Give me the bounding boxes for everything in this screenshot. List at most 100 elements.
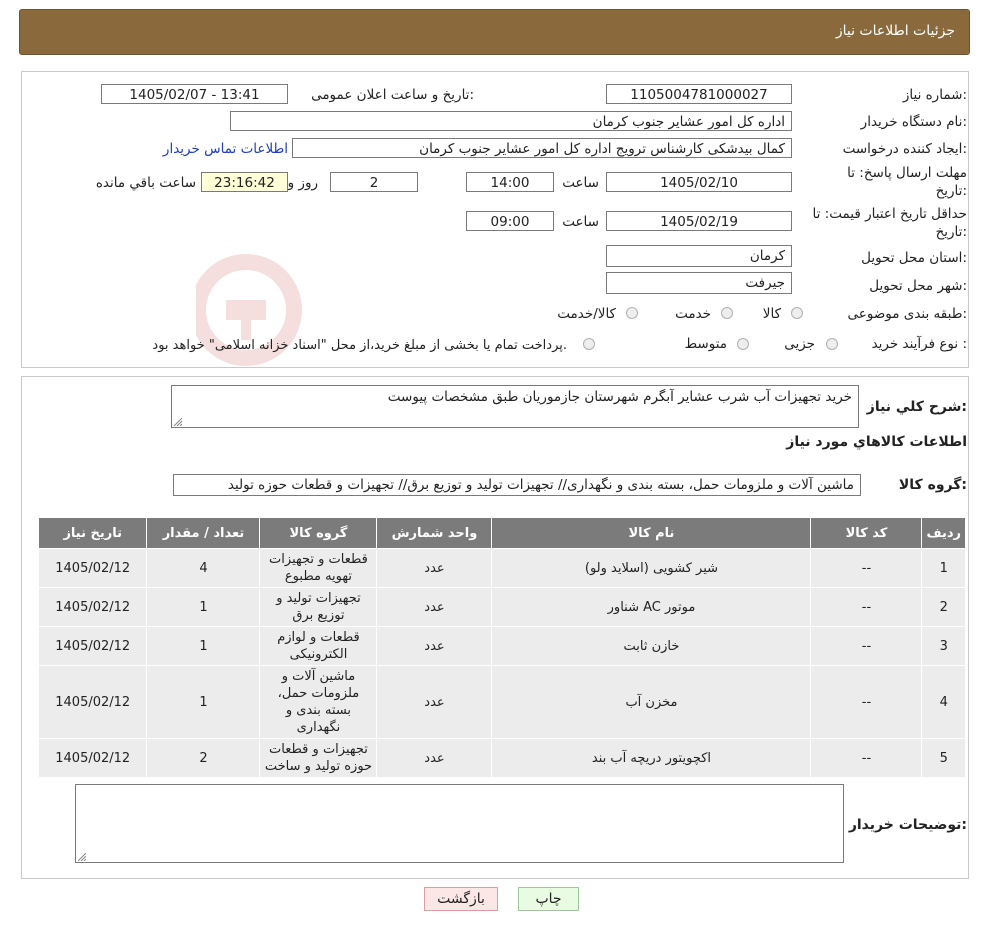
category-goods-label: کالا — [762, 306, 781, 322]
buyer-notes-field[interactable] — [75, 784, 844, 863]
deadline-days-field: 2 — [330, 172, 418, 192]
item-quantity: 1 — [146, 665, 261, 739]
item-name: مخزن آب — [491, 665, 812, 739]
item-group: تجهیزات و قطعات حوزه تولید و ساخت — [259, 738, 378, 778]
category-label: طبقه بندی موضوعی: — [847, 306, 967, 322]
validity-label: حداقل تاریخ اعتبار قیمت: تا — [812, 206, 967, 222]
announce-datetime-field: 1405/02/07 - 13:41 — [101, 84, 288, 104]
row-number: 4 — [921, 665, 966, 739]
item-name: خازن ثابت — [491, 626, 812, 666]
table-row: 3 -- خازن ثابت عدد قطعات و لوازم الکترونیکی 1… — [37, 626, 966, 666]
creator-label: ایجاد کننده درخواست: — [842, 141, 967, 157]
deadline-time-field: 14:00 — [466, 172, 554, 192]
row-number: 1 — [921, 548, 966, 588]
item-need-date: 1405/02/12 — [37, 665, 148, 739]
validity-time-label: ساعت — [562, 214, 599, 230]
deadline-time-label: ساعت — [562, 175, 599, 191]
category-goods-service-radio[interactable] — [626, 307, 638, 319]
buyer-contact-link[interactable]: اطلاعات تماس خریدار — [163, 141, 288, 157]
print-button[interactable]: چاپ — [518, 887, 579, 911]
table-body: 1 -- شیر کشویی (اسلاید ولو) عدد قطعات و تجهی… — [37, 548, 966, 778]
item-unit: عدد — [376, 738, 493, 778]
item-name: شیر کشویی (اسلاید ولو) — [491, 548, 812, 588]
announce-label: تاریخ و ساعت اعلان عمومی: — [311, 87, 474, 103]
row-number: 3 — [921, 626, 966, 666]
col-unit-header: واحد شمارش — [376, 517, 493, 549]
col-qty-header: تعداد / مقدار — [146, 517, 261, 549]
item-quantity: 1 — [146, 587, 261, 627]
summary-text: خرید تجهیزات آب شرب عشایر آبگرم شهرستان … — [387, 389, 852, 405]
resize-grip-icon[interactable] — [174, 418, 182, 426]
process-medium-label: متوسط — [684, 336, 727, 352]
item-unit: عدد — [376, 548, 493, 588]
item-code: -- — [810, 587, 923, 627]
validity-label-date: تاریخ: — [935, 224, 967, 240]
items-table: رديف کد کالا نام کالا واحد شمارش گروه کا… — [37, 517, 966, 778]
item-need-date: 1405/02/12 — [37, 548, 148, 588]
item-name: اکچویتور دریچه آب بند — [491, 738, 812, 778]
process-medium-radio[interactable] — [737, 338, 749, 350]
table-header-row: رديف کد کالا نام کالا واحد شمارش گروه کا… — [37, 517, 966, 549]
category-service-label: خدمت — [675, 306, 711, 322]
category-service-radio[interactable] — [721, 307, 733, 319]
province-label: استان محل تحویل: — [861, 250, 967, 266]
table-row: 1 -- شیر کشویی (اسلاید ولو) عدد قطعات و تجهی… — [37, 548, 966, 588]
province-field: کرمان — [606, 245, 792, 267]
process-minor-label: جزیی — [784, 336, 815, 352]
col-name-header: نام کالا — [491, 517, 812, 549]
validity-date-field: 1405/02/19 — [606, 211, 792, 231]
item-code: -- — [810, 626, 923, 666]
table-row: 5 -- اکچویتور دریچه آب بند عدد تجهیزات و قطع… — [37, 738, 966, 778]
item-group: قطعات و تجهیزات تهویه مطبوع — [259, 548, 378, 588]
item-quantity: 1 — [146, 626, 261, 666]
item-code: -- — [810, 738, 923, 778]
summary-label: شرح کلي نياز: — [866, 399, 967, 415]
item-group: قطعات و لوازم الکترونیکی — [259, 626, 378, 666]
deadline-label: مهلت ارسال پاسخ: تا — [847, 165, 967, 181]
goods-section-title: اطلاعات کالاهاي مورد نياز — [786, 434, 967, 450]
item-code: -- — [810, 665, 923, 739]
item-code: -- — [810, 548, 923, 588]
treasury-note: پرداخت تمام یا بخشی از مبلغ خرید،از محل … — [152, 338, 567, 353]
category-goods-radio[interactable] — [791, 307, 803, 319]
process-label: نوع فرآیند خرید : — [871, 336, 967, 352]
buyer-org-label: نام دستگاه خریدار: — [860, 114, 967, 130]
category-goods-service-label: کالا/خدمت — [557, 306, 616, 322]
buyer-org-field: اداره کل امور عشایر جنوب کرمان — [230, 111, 792, 131]
item-name: موتور AC شناور — [491, 587, 812, 627]
item-unit: عدد — [376, 587, 493, 627]
item-need-date: 1405/02/12 — [37, 626, 148, 666]
item-unit: عدد — [376, 626, 493, 666]
process-minor-radio[interactable] — [826, 338, 838, 350]
item-need-date: 1405/02/12 — [37, 738, 148, 778]
table-row: 4 -- مخزن آب عدد ماشین آلات و ملزومات حمل، ب… — [37, 665, 966, 739]
back-button[interactable]: بازگشت — [424, 887, 498, 911]
remaining-time-field: 23:16:42 — [201, 172, 288, 192]
item-need-date: 1405/02/12 — [37, 587, 148, 627]
goods-group-label: گروه کالا: — [898, 477, 967, 493]
col-row-header: رديف — [921, 517, 966, 549]
treasury-checkbox[interactable] — [583, 338, 595, 350]
resize-grip-icon[interactable] — [78, 853, 86, 861]
need-number-field: 1105004781000027 — [606, 84, 792, 104]
item-quantity: 2 — [146, 738, 261, 778]
row-number: 2 — [921, 587, 966, 627]
summary-field: خرید تجهیزات آب شرب عشایر آبگرم شهرستان … — [171, 385, 859, 428]
col-date-header: تاریخ نیاز — [37, 517, 148, 549]
deadline-label-date: تاریخ: — [935, 183, 967, 199]
page-header: جزئیات اطلاعات نیاز — [19, 9, 970, 55]
validity-time-field: 09:00 — [466, 211, 554, 231]
item-unit: عدد — [376, 665, 493, 739]
creator-field: کمال بیدشکی کارشناس ترویج اداره کل امور … — [292, 138, 792, 158]
deadline-date-field: 1405/02/10 — [606, 172, 792, 192]
item-group: تجهیزات تولید و توزیع برق — [259, 587, 378, 627]
page-title: جزئیات اطلاعات نیاز — [835, 23, 955, 39]
table-row: 2 -- موتور AC شناور عدد تجهیزات تولید و توزی… — [37, 587, 966, 627]
need-number-label: شماره نیاز: — [902, 87, 967, 103]
city-label: شهر محل تحویل: — [869, 278, 967, 294]
remaining-time-label: ساعت باقي مانده — [95, 175, 196, 191]
item-group: ماشین آلات و ملزومات حمل، بسته بندی و نگ… — [259, 665, 378, 739]
goods-group-field: ماشین آلات و ملزومات حمل، بسته بندی و نگ… — [173, 474, 861, 496]
buyer-notes-label: توضیحات خریدار: — [848, 817, 967, 833]
row-number: 5 — [921, 738, 966, 778]
